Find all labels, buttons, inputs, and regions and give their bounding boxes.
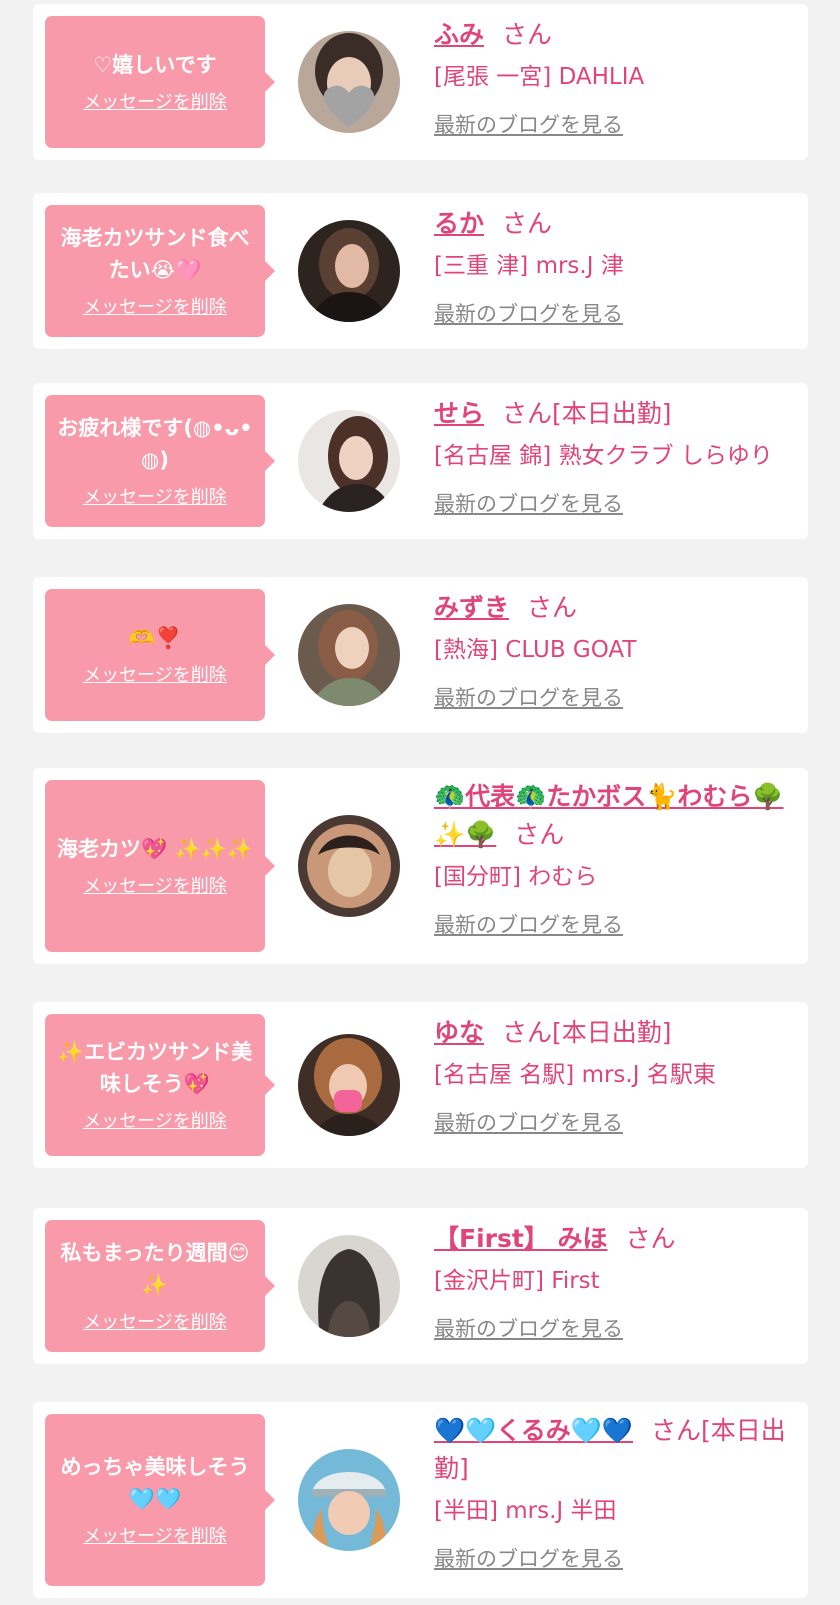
delete-message-link[interactable]: メッセージを削除 xyxy=(83,1110,227,1134)
latest-blog-link[interactable]: 最新のブログを見る xyxy=(434,299,623,329)
message-card: 🫶❣️ メッセージを削除 みずき さん [熱海] CLUB GOAT 最新のブログ… xyxy=(33,577,808,733)
avatar[interactable] xyxy=(298,31,400,133)
delete-message-link[interactable]: メッセージを削除 xyxy=(83,296,227,320)
delete-message-link[interactable]: メッセージを削除 xyxy=(83,664,227,688)
message-bubble: 海老カツサンド食べたい😭🩷 メッセージを削除 xyxy=(45,205,275,337)
message-card: 私もまったり週間😊✨ メッセージを削除 【First】 みほ さん [金沢片町] … xyxy=(33,1208,808,1364)
message-card: ♡嬉しいです メッセージを削除 ふみ さん [尾張 一宮] DAHLIA 最新のブ… xyxy=(33,4,808,160)
shop-info: [名古屋 錦] 熟女クラブ しらゆり xyxy=(434,443,773,469)
girl-name-link[interactable]: ゆな xyxy=(434,1018,484,1047)
honorific: さん[本日出勤] xyxy=(502,1018,672,1047)
message-bubble: ✨エビカツサンド美味しそう💖 メッセージを削除 xyxy=(45,1014,275,1156)
delete-message-link[interactable]: メッセージを削除 xyxy=(83,1525,227,1549)
avatar[interactable] xyxy=(298,815,400,917)
avatar[interactable] xyxy=(298,410,400,512)
shop-info: [国分町] わむら xyxy=(434,864,598,890)
message-bubble: ♡嬉しいです メッセージを削除 xyxy=(45,16,275,148)
girl-info: ふみ さん [尾張 一宮] DAHLIA 最新のブログを見る xyxy=(434,16,794,140)
shop-info: [金沢片町] First xyxy=(434,1268,600,1294)
girl-info: るか さん [三重 津] mrs.J 津 最新のブログを見る xyxy=(434,205,794,329)
avatar[interactable] xyxy=(298,1449,400,1551)
avatar[interactable] xyxy=(298,220,400,322)
latest-blog-link[interactable]: 最新のブログを見る xyxy=(434,683,623,713)
shop-info: [名古屋 名駅] mrs.J 名駅東 xyxy=(434,1062,716,1088)
message-card: お疲れ様です(◍•ᴗ•◍) メッセージを削除 せら さん[本日出勤] [名古屋 錦… xyxy=(33,383,808,539)
message-text: 海老カツサンド食べたい😭🩷 xyxy=(60,226,250,282)
girl-info: せら さん[本日出勤] [名古屋 錦] 熟女クラブ しらゆり 最新のブログを見る xyxy=(434,395,794,519)
message-bubble: お疲れ様です(◍•ᴗ•◍) メッセージを削除 xyxy=(45,395,275,527)
girl-name-link[interactable]: 💙🩵くるみ🩵💙 xyxy=(434,1416,633,1445)
honorific: さん xyxy=(527,593,578,622)
message-bubble: 海老カツ💖 ✨✨✨ メッセージを削除 xyxy=(45,780,275,952)
message-text: 海老カツ💖 ✨✨✨ xyxy=(57,837,253,861)
message-text: ♡嬉しいです xyxy=(93,53,217,77)
message-card: 海老カツサンド食べたい😭🩷 メッセージを削除 るか さん [三重 津] mrs.J… xyxy=(33,193,808,349)
honorific: さん[本日出勤] xyxy=(502,399,672,428)
delete-message-link[interactable]: メッセージを削除 xyxy=(83,1311,227,1335)
delete-message-link[interactable]: メッセージを削除 xyxy=(83,875,227,899)
honorific: さん xyxy=(502,209,553,238)
message-list: ♡嬉しいです メッセージを削除 ふみ さん [尾張 一宮] DAHLIA 最新のブ… xyxy=(0,0,840,1605)
honorific: さん xyxy=(514,820,565,849)
girl-info: みずき さん [熱海] CLUB GOAT 最新のブログを見る xyxy=(434,589,794,713)
shop-info: [熱海] CLUB GOAT xyxy=(434,637,637,663)
message-card: めっちゃ美味しそう🩵🩵 メッセージを削除 💙🩵くるみ🩵💙 さん[本日出勤] [半田… xyxy=(33,1402,808,1598)
latest-blog-link[interactable]: 最新のブログを見る xyxy=(434,110,623,140)
girl-info: 【First】 みほ さん [金沢片町] First 最新のブログを見る xyxy=(434,1220,794,1344)
delete-message-link[interactable]: メッセージを削除 xyxy=(83,91,227,115)
girl-name-link[interactable]: せら xyxy=(434,399,484,428)
honorific: さん xyxy=(502,20,553,49)
shop-info: [半田] mrs.J 半田 xyxy=(434,1498,617,1524)
girl-name-link[interactable]: るか xyxy=(434,209,484,238)
message-text: 🫶❣️ xyxy=(128,626,182,650)
girl-name-link[interactable]: 【First】 みほ xyxy=(434,1224,608,1253)
girl-name-link[interactable]: みずき xyxy=(434,593,509,622)
latest-blog-link[interactable]: 最新のブログを見る xyxy=(434,1314,623,1344)
latest-blog-link[interactable]: 最新のブログを見る xyxy=(434,489,623,519)
message-text: ✨エビカツサンド美味しそう💖 xyxy=(57,1040,253,1096)
girl-name-link[interactable]: ふみ xyxy=(434,20,484,49)
shop-info: [三重 津] mrs.J 津 xyxy=(434,253,624,279)
message-card: 海老カツ💖 ✨✨✨ メッセージを削除 🦚代表🦚たかボス🐈わむら🌳✨🌳 さん [国分… xyxy=(33,768,808,964)
latest-blog-link[interactable]: 最新のブログを見る xyxy=(434,1544,623,1574)
avatar[interactable] xyxy=(298,1034,400,1136)
girl-info: 🦚代表🦚たかボス🐈わむら🌳✨🌳 さん [国分町] わむら 最新のブログを見る xyxy=(434,778,794,940)
message-bubble: めっちゃ美味しそう🩵🩵 メッセージを削除 xyxy=(45,1414,275,1586)
message-bubble: 🫶❣️ メッセージを削除 xyxy=(45,589,275,721)
shop-info: [尾張 一宮] DAHLIA xyxy=(434,64,645,90)
message-text: お疲れ様です(◍•ᴗ•◍) xyxy=(57,416,253,472)
girl-name-link[interactable]: 🦚代表🦚たかボス🐈わむら🌳✨🌳 xyxy=(434,782,784,849)
delete-message-link[interactable]: メッセージを削除 xyxy=(83,486,227,510)
message-card: ✨エビカツサンド美味しそう💖 メッセージを削除 ゆな さん[本日出勤] [名古屋 … xyxy=(33,1002,808,1168)
avatar[interactable] xyxy=(298,604,400,706)
girl-info: ゆな さん[本日出勤] [名古屋 名駅] mrs.J 名駅東 最新のブログを見る xyxy=(434,1014,794,1138)
message-text: 私もまったり週間😊✨ xyxy=(60,1241,250,1297)
girl-info: 💙🩵くるみ🩵💙 さん[本日出勤] [半田] mrs.J 半田 最新のブログを見る xyxy=(434,1412,794,1574)
message-bubble: 私もまったり週間😊✨ メッセージを削除 xyxy=(45,1220,275,1352)
message-text: めっちゃ美味しそう🩵🩵 xyxy=(60,1455,250,1511)
avatar[interactable] xyxy=(298,1235,400,1337)
honorific: さん xyxy=(625,1224,676,1253)
latest-blog-link[interactable]: 最新のブログを見る xyxy=(434,910,623,940)
latest-blog-link[interactable]: 最新のブログを見る xyxy=(434,1108,623,1138)
